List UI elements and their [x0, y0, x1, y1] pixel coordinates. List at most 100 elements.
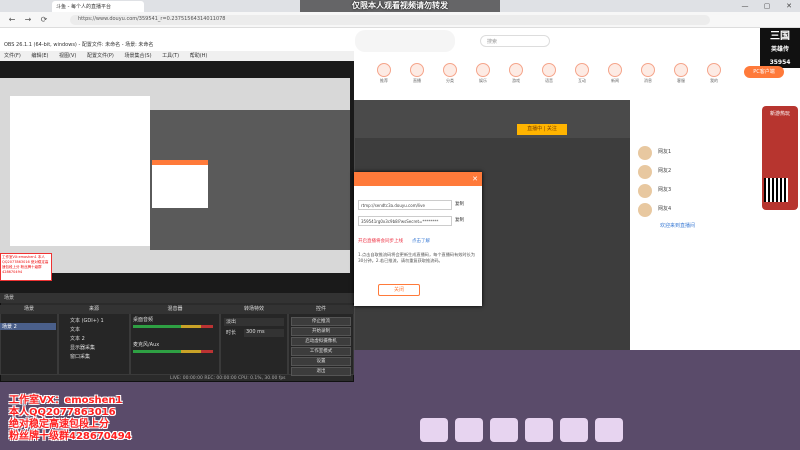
interact-icon — [575, 63, 589, 77]
virtual-camera-button[interactable]: 启动虚拟摄像机 — [291, 337, 351, 346]
menu-help[interactable]: 帮助(H) — [190, 53, 208, 59]
sanguo-title: 三国 — [770, 31, 790, 42]
copy-url-button[interactable]: 复制 — [455, 200, 475, 210]
menu-file[interactable]: 文件(F) — [4, 53, 21, 59]
nav-icon-5[interactable]: 语音 — [535, 63, 563, 91]
sanguo-ad-badge[interactable]: 三国 英雄传 35954 — [760, 28, 800, 68]
source-item[interactable]: 文本 — [60, 326, 125, 334]
chat-avatar — [638, 165, 652, 179]
dialog-header — [354, 172, 482, 186]
chat-row: 网友2 — [658, 168, 672, 174]
transition-select[interactable]: 淡出 — [224, 318, 284, 326]
back-icon[interactable]: ← — [6, 14, 18, 26]
transitions-dock — [220, 305, 288, 375]
sanguo-subtitle: 英雄传 — [770, 46, 789, 53]
gift-item[interactable] — [595, 418, 623, 442]
chat-row: 网友4 — [658, 206, 672, 212]
site-search-input[interactable]: 搜索 — [480, 35, 550, 47]
controls-dock-header: 控件 — [288, 305, 354, 314]
gift-item[interactable] — [455, 418, 483, 442]
minimize-icon[interactable]: — — [734, 0, 756, 12]
obs-status-bar: LIVE: 00:00:00 REC: 00:00:00 CPU: 0.1%, … — [170, 376, 286, 381]
preview-nested-window — [10, 96, 150, 246]
source-item[interactable]: 文本 (GDI+) 1 — [60, 317, 125, 325]
source-item[interactable]: 文本 2 — [60, 335, 125, 343]
chat-avatar — [638, 184, 652, 198]
dialog-close-button[interactable]: 关闭 — [378, 284, 420, 296]
game-icon — [509, 63, 523, 77]
dialog-note: 1.点击自取推流码将会更新生成直播码，每个直播码有效时长为30分钟。2.若已推流… — [358, 252, 476, 263]
audio-meter — [133, 325, 213, 328]
duration-input[interactable]: 300 ms — [244, 329, 284, 337]
preview-red-textbox: 工作室VX:emoshen1 本人QQ2077863016 绝对稳定高速包段上分… — [0, 253, 52, 281]
obs-docks-bar: 场景 — [0, 293, 354, 303]
exit-button[interactable]: 退出 — [291, 367, 351, 376]
profile-icon — [707, 63, 721, 77]
gift-item[interactable] — [560, 418, 588, 442]
url-input[interactable]: https://www.douyu.com/359541_r=0.2375156… — [70, 15, 710, 25]
dialog-close-icon[interactable]: ✕ — [470, 174, 480, 184]
audio-meter — [133, 350, 213, 353]
gift-item[interactable] — [490, 418, 518, 442]
nav-icon-3[interactable]: 娱乐 — [469, 63, 497, 91]
nav-icon-1[interactable]: 直播 — [403, 63, 431, 91]
copy-key-button[interactable]: 复制 — [455, 216, 475, 226]
dialog-learn-more-link[interactable]: 点击了解 — [412, 238, 452, 246]
entertainment-icon — [476, 63, 490, 77]
menu-scene-collection[interactable]: 场景集合(S) — [124, 53, 151, 59]
pc-client-button[interactable]: PC客户端 — [744, 66, 784, 78]
preview-dialog-thumbnail — [152, 160, 208, 208]
overlay-title: 仅限本人观看视频请勿转发 — [300, 0, 500, 12]
menu-edit[interactable]: 编辑(E) — [31, 53, 48, 59]
nav-icon-10[interactable]: 我的 — [700, 63, 728, 91]
scenes-dock-header: 场景 — [0, 305, 58, 314]
scene-item[interactable]: 场景 2 — [0, 323, 56, 330]
menu-tools[interactable]: 工具(T) — [162, 53, 179, 59]
gift-item[interactable] — [420, 418, 448, 442]
nav-icon-2[interactable]: 分类 — [436, 63, 464, 91]
mixer-channel-label: 桌面音频 — [133, 317, 154, 323]
nav-icon-8[interactable]: 消息 — [634, 63, 662, 91]
nav-icon-0[interactable]: 推荐 — [370, 63, 398, 91]
live-icon — [410, 63, 424, 77]
settings-button[interactable]: 设置 — [291, 357, 351, 366]
reload-icon[interactable]: ⟳ — [38, 14, 50, 26]
source-item[interactable]: 显示器采集 — [60, 344, 125, 352]
menu-view[interactable]: 视图(V) — [59, 53, 76, 59]
category-icon — [443, 63, 457, 77]
voice-icon — [542, 63, 556, 77]
nav-icon-4[interactable]: 游戏 — [502, 63, 530, 91]
obs-title-bar: OBS 26.1.1 (64-bit, windows) - 配置文件: 未命名… — [0, 39, 354, 51]
qr-code-icon — [764, 178, 788, 202]
stream-key-field[interactable]: 359541rg0x3c9b8l?wsSecret=******** — [358, 216, 452, 226]
chat-notice: 欢迎来到直播间 — [660, 223, 696, 229]
address-bar: ← → ⟳ https://www.douyu.com/359541_r=0.2… — [0, 12, 800, 28]
start-recording-button[interactable]: 开始录制 — [291, 327, 351, 336]
chat-avatar — [638, 146, 652, 160]
nav-icon-7[interactable]: 新闻 — [601, 63, 629, 91]
chat-row: 网友1 — [658, 149, 672, 155]
stop-streaming-button[interactable]: 停止推流 — [291, 317, 351, 326]
source-item[interactable]: 窗口采集 — [60, 353, 125, 361]
studio-mode-button[interactable]: 工作室模式 — [291, 347, 351, 356]
maximize-icon[interactable]: ▢ — [756, 0, 778, 12]
promo-line: 粉丝牌十级群428670494 — [9, 431, 132, 442]
mixer-channel-label: 麦克风/Aux — [133, 342, 160, 348]
site-logo[interactable] — [355, 30, 455, 52]
forward-icon[interactable]: → — [22, 14, 34, 26]
browser-tab[interactable]: 斗鱼 - 每个人的直播平台 — [52, 1, 144, 12]
live-follow-tag[interactable]: 直播中 | 关注 — [517, 124, 567, 135]
service-icon — [674, 63, 688, 77]
sources-dock-header: 来源 — [58, 305, 130, 314]
chat-avatar — [638, 203, 652, 217]
mixer-dock-header: 混音器 — [130, 305, 220, 314]
news-icon — [608, 63, 622, 77]
gift-item[interactable] — [525, 418, 553, 442]
server-url-field[interactable]: rtmp://sendtc3a.douyu.com/live — [358, 200, 452, 210]
nav-icon-6[interactable]: 互动 — [568, 63, 596, 91]
nav-icon-9[interactable]: 客服 — [667, 63, 695, 91]
menu-profile[interactable]: 配置文件(P) — [87, 53, 114, 59]
close-icon[interactable]: ✕ — [778, 0, 800, 12]
obs-menu-bar: 文件(F) 编辑(E) 视图(V) 配置文件(P) 场景集合(S) 工具(T) … — [0, 51, 354, 61]
message-icon — [641, 63, 655, 77]
